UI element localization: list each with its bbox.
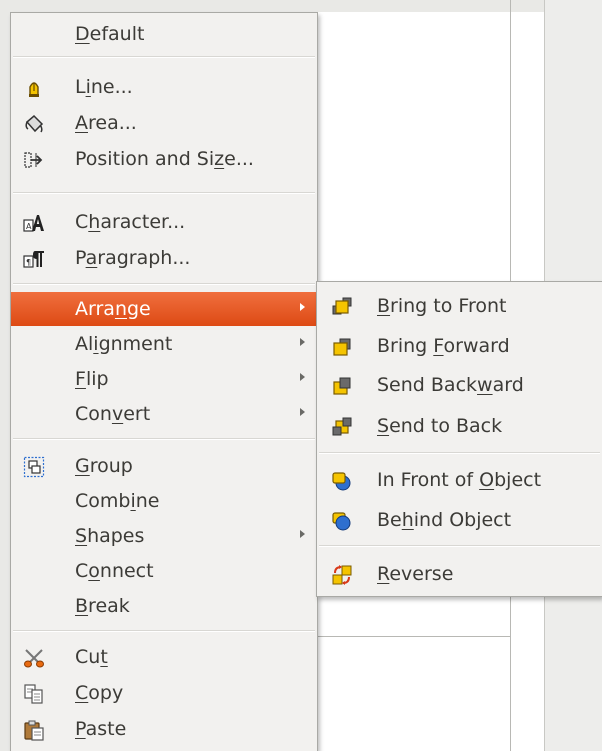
menu-item-label: Arrange	[75, 298, 151, 320]
menu-item-label: Group	[75, 455, 133, 477]
menu-item-arrange[interactable]: Arrange	[11, 292, 317, 326]
submenu-arrow-icon	[300, 338, 305, 346]
menu-item-label: Default	[75, 23, 145, 45]
menu-item-send-to-back[interactable]: Send to Back	[317, 409, 602, 443]
menu-item-label: Area...	[75, 112, 137, 134]
menu-item-label: Cut	[75, 646, 108, 668]
paint-bucket-icon	[25, 114, 44, 133]
menu-item-bring-to-front[interactable]: Bring to Front	[317, 289, 602, 323]
menu-item-label: Shapes	[75, 525, 145, 547]
menu-item-label: Connect	[75, 560, 154, 582]
reverse-icon	[332, 565, 352, 585]
menu-item-area[interactable]: Area...	[11, 106, 317, 140]
paragraph-icon: ¶	[23, 251, 44, 268]
menu-item-line[interactable]: Line...	[11, 70, 317, 104]
menu-item-label: Paragraph...	[75, 247, 191, 269]
character-icon: A	[23, 215, 44, 232]
menu-item-position-and-size[interactable]: Position and Size...	[11, 142, 317, 176]
menu-item-character[interactable]: A Character...	[11, 205, 317, 239]
arrange-submenu: Bring to Front Bring Forward Send Backwa…	[316, 281, 602, 597]
send-to-back-icon	[332, 417, 352, 436]
menu-item-combine[interactable]: Combine	[11, 484, 317, 518]
menu-item-label: Copy	[75, 682, 124, 704]
menu-item-flip[interactable]: Flip	[11, 362, 317, 396]
menu-separator	[13, 438, 315, 440]
menu-item-alignment[interactable]: Alignment	[11, 327, 317, 361]
menu-separator	[13, 56, 315, 58]
menu-item-in-front-of-object[interactable]: In Front of Object	[317, 463, 602, 497]
menu-item-default[interactable]: Default	[11, 17, 317, 51]
menu-item-paste[interactable]: Paste	[11, 712, 317, 746]
menu-item-label: Bring Forward	[377, 335, 510, 357]
submenu-arrow-icon	[300, 303, 305, 311]
menu-item-label: Send to Back	[377, 415, 503, 437]
menu-item-label: Alignment	[75, 333, 173, 355]
copy-icon	[24, 684, 43, 704]
menu-item-label: Paste	[75, 718, 127, 740]
menu-item-label: Flip	[75, 368, 109, 390]
page-edge-bottom	[318, 636, 511, 637]
menu-separator	[13, 192, 315, 194]
group-icon	[23, 456, 45, 478]
menu-item-shapes[interactable]: Shapes	[11, 519, 317, 553]
paste-icon	[24, 720, 44, 741]
menu-item-label: Character...	[75, 211, 186, 233]
bring-forward-icon	[333, 338, 351, 356]
behind-object-icon	[332, 512, 351, 531]
menu-item-label: Line...	[75, 76, 133, 98]
document-top-margin	[0, 0, 544, 12]
line-pen-icon	[29, 82, 39, 97]
menu-item-cut[interactable]: Cut	[11, 640, 317, 674]
menu-item-behind-object[interactable]: Behind Object	[317, 503, 602, 537]
menu-item-reverse[interactable]: Reverse	[317, 557, 602, 591]
menu-item-copy[interactable]: Copy	[11, 676, 317, 710]
menu-separator	[13, 630, 315, 632]
screen: Default Line... Area... Position and Siz…	[0, 0, 602, 751]
menu-item-paragraph[interactable]: ¶ Paragraph...	[11, 241, 317, 275]
bring-to-front-icon	[332, 297, 352, 315]
menu-item-label: Convert	[75, 403, 151, 425]
menu-item-break[interactable]: Break	[11, 589, 317, 623]
in-front-of-object-icon	[332, 472, 351, 491]
menu-item-convert[interactable]: Convert	[11, 397, 317, 431]
menu-item-label: Reverse	[377, 563, 454, 585]
menu-item-label: Send Backward	[377, 374, 524, 396]
svg-text:¶: ¶	[26, 258, 31, 267]
menu-item-label: Break	[75, 595, 130, 617]
context-menu: Default Line... Area... Position and Siz…	[10, 12, 318, 751]
menu-separator	[319, 545, 600, 547]
document-left-margin	[0, 0, 10, 751]
submenu-arrow-icon	[300, 408, 305, 416]
menu-item-label: Behind Object	[377, 509, 512, 531]
position-size-icon	[24, 152, 43, 168]
menu-item-label: Bring to Front	[377, 295, 507, 317]
menu-item-label: In Front of Object	[377, 469, 542, 491]
menu-item-label: Combine	[75, 490, 160, 512]
menu-item-label: Position and Size...	[75, 148, 254, 170]
menu-separator	[319, 452, 600, 454]
menu-item-send-backward[interactable]: Send Backward	[317, 368, 602, 402]
submenu-arrow-icon	[300, 530, 305, 538]
svg-text:A: A	[26, 222, 32, 231]
menu-item-connect[interactable]: Connect	[11, 554, 317, 588]
scissors-icon	[24, 649, 44, 668]
submenu-arrow-icon	[300, 373, 305, 381]
menu-separator	[13, 283, 315, 285]
send-backward-icon	[333, 377, 351, 395]
menu-item-bring-forward[interactable]: Bring Forward	[317, 329, 602, 363]
menu-item-group[interactable]: Group	[11, 449, 317, 483]
